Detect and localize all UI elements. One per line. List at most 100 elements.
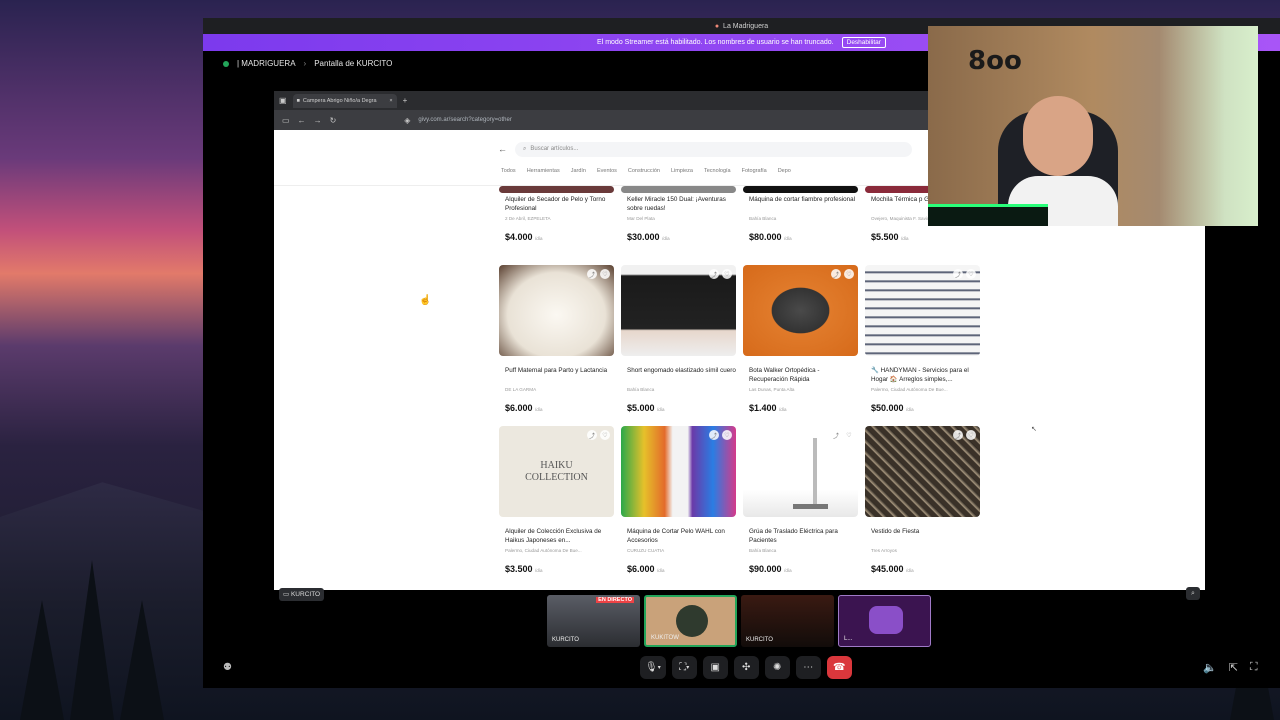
listing-location: Bahía Blanca [627,387,655,392]
listing-card[interactable]: ⤴ ♡ Bota Walker Ortopédica - Recuperación… [743,265,858,413]
listing-title: Grúa de Traslado Eléctrica para Paciente… [749,528,838,544]
streamer-face [1023,96,1093,176]
lift-pole [813,438,817,508]
background-tree [20,600,64,720]
listing-card[interactable]: ⤴ ♡ Máquina de Cortar Pelo WAHL con Acces… [621,426,736,574]
listing-card[interactable]: Keller Miracle 150 Dual: ¡Aventuras sobr… [621,186,736,242]
share-screen-button[interactable]: ▣ [702,656,728,679]
activities-button[interactable]: ✣ [733,656,759,679]
favorite-icon[interactable]: ♡ [844,269,854,279]
search-placeholder: Buscar artículos... [530,146,579,152]
invite-icon[interactable]: ⚉ [223,662,232,673]
listing-card[interactable]: Alquiler de Secador de Pelo y Torno Prof… [499,186,614,242]
price-unit: /día [784,236,792,241]
camera-button[interactable]: ⛶ ▾ [671,656,697,679]
avatar [869,606,903,634]
listing-title: Keller Miracle 150 Dual: ¡Aventuras sobr… [627,196,726,212]
favorite-icon[interactable]: ♡ [600,269,610,279]
listing-price: $5.000 [627,403,655,413]
disable-streamer-button[interactable]: Deshabilitar [841,37,886,48]
disconnect-button[interactable]: ☎ [826,656,852,679]
category-chip[interactable]: Construcción [628,168,660,180]
microphone-icon: 🎙 [645,662,658,673]
volume-icon[interactable]: 🔈 [1203,661,1217,674]
category-chip[interactable]: Limpieza [671,168,693,180]
share-icon[interactable]: ⤴ [831,269,841,279]
more-button[interactable]: ⋯ [795,656,821,679]
share-icon[interactable]: ⤴ [953,269,963,279]
favorite-icon[interactable]: ♡ [722,269,732,279]
share-icon[interactable]: ⤴ [587,269,597,279]
reload-icon[interactable]: ↻ [330,116,337,125]
shield-icon[interactable]: ◈ [404,116,410,125]
listing-card[interactable]: Máquina de cortar fiambre profesional Ba… [743,186,858,242]
mouse-pointer-icon: ↖ [1031,426,1037,433]
share-screen-icon: ▣ [710,662,720,673]
listing-price: $3.500 [505,564,533,574]
popout-icon[interactable]: ⇱ [1229,661,1238,674]
listing-image: ⤴ ♡ [743,265,858,356]
share-icon[interactable]: ⤴ [709,430,719,440]
camera-off-icon: ⛶ [679,662,687,673]
listing-card[interactable]: ⤴ ♡ Puff Maternal para Parto y Lactancia … [499,265,614,413]
screen-owner-tag: ▭ KURCITO [279,588,325,601]
server-name: | MADRIGUERA [237,59,296,68]
new-tab-icon[interactable]: + [403,96,408,105]
listing-card[interactable]: ⤴ ♡ 🔧 HANDYMAN - Servicios para el Hogar … [865,265,980,413]
participant-strip: EN DIRECTO KURCITO KUKITOW KURCITO L... [547,595,931,647]
fullscreen-icon[interactable]: ⛶ [1250,661,1258,674]
more-icon: ⋯ [803,662,814,673]
listing-card[interactable]: ⤴ ♡ Short engomado elastizado símil cuero… [621,265,736,413]
price-unit: /día [779,407,787,412]
browser-tab[interactable]: ■ Campera Abrigo Niño/a Degra × [292,93,397,108]
favorite-icon[interactable]: ♡ [722,430,732,440]
category-chip[interactable]: Fotografía [742,168,767,180]
participant-name: KUKITOW [651,635,679,641]
category-chip[interactable]: Herramientas [527,168,560,180]
share-icon[interactable]: ⤴ [709,269,719,279]
listing-location: Las Dunas, Punta Alta [749,387,795,392]
search-row: ← ⌕ Buscar artículos... [498,141,912,157]
listing-price: $6.000 [505,403,533,413]
category-chip[interactable]: Tecnología [704,168,731,180]
category-chip[interactable]: Eventos [597,168,617,180]
listing-location: Tres Arroyos [871,548,897,553]
tab-close-icon[interactable]: × [389,98,392,104]
listing-card[interactable]: ⤴ ♡ Vestido de Fiesta Tres Arroyos $45.00… [865,426,980,574]
disconnect-icon: ☎ [832,662,846,673]
participant-tile[interactable]: L... [838,595,931,647]
microphone-button[interactable]: 🎙 ▾ [640,656,666,679]
address-bar[interactable]: givy.com.ar/search?category=other [418,117,511,123]
mouse-cursor-icon: ☝ [419,295,432,306]
listing-card[interactable]: HAIKU COLLECTION ⤴ ♡ Alquiler de Colecció… [499,426,614,574]
search-input[interactable]: ⌕ Buscar artículos... [515,141,912,157]
forward-icon[interactable]: → [314,116,322,125]
favorite-icon[interactable]: ♡ [966,269,976,279]
favorite-icon[interactable]: ♡ [600,430,610,440]
participant-tile[interactable]: EN DIRECTO KURCITO [547,595,640,647]
back-icon[interactable]: ← [298,116,306,125]
listing-price: $1.400 [749,403,777,413]
category-chip[interactable]: Todos [501,168,516,180]
share-icon[interactable]: ⤴ [587,430,597,440]
share-icon[interactable]: ⤴ [831,430,841,440]
call-controls: 🎙 ▾ ⛶ ▾ ▣ ✣ ✺ ⋯ ☎ [640,656,852,679]
participant-tile[interactable]: KUKITOW [644,595,737,647]
activities-icon: ✣ [742,662,751,673]
participant-tile[interactable]: KURCITO [741,595,834,647]
zoom-button[interactable]: ⌕ [1186,587,1200,600]
category-chip[interactable]: Depo [778,168,791,180]
app-icon: ● [714,22,720,30]
listing-card[interactable]: ⤴ ♡ Grúa de Traslado Eléctrica para Pacie… [743,426,858,574]
listing-location: CURUZU CUATIA [627,548,665,553]
back-arrow-icon[interactable]: ← [498,144,507,154]
listing-title: Puff Maternal para Parto y Lactancia [505,367,608,374]
favorite-icon[interactable]: ♡ [966,430,976,440]
soundboard-button[interactable]: ✺ [764,656,790,679]
favorite-icon[interactable]: ♡ [844,430,854,440]
tab-menu-icon[interactable]: ▣ [279,96,287,105]
sidebar-icon[interactable]: ▭ [282,116,290,125]
share-icon[interactable]: ⤴ [953,430,963,440]
category-chip[interactable]: Jardín [571,168,586,180]
participant-name: KURCITO [746,637,773,643]
